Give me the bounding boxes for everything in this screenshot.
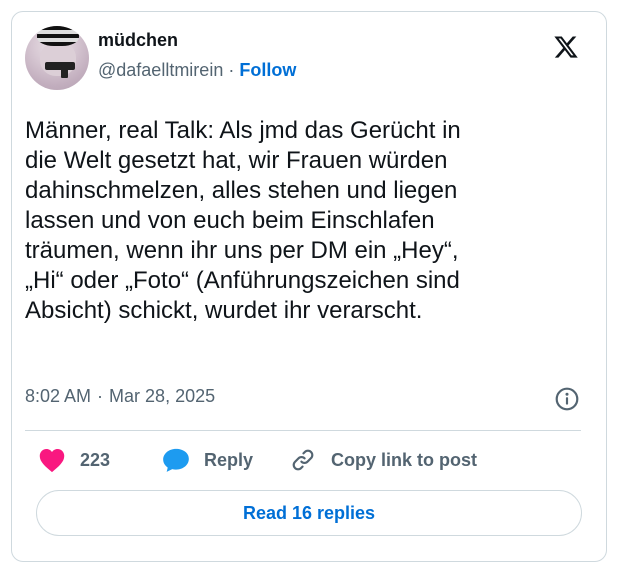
read-replies-label: Read 16 replies [242,502,376,523]
copy-link-button[interactable]: Copy link to post [289,446,477,474]
author-handle-row: @dafaelltmirein · Follow [98,60,296,81]
reply-button[interactable]: Reply [162,446,253,474]
follow-button[interactable]: Follow [239,60,296,80]
author-handle[interactable]: @dafaelltmirein [98,60,223,80]
like-count: 223 [80,449,111,470]
tweet-timestamp[interactable]: 8:02 AM · Mar 28, 2025 [25,386,215,407]
avatar-detail [45,62,75,70]
speech-bubble-icon [163,448,189,472]
x-logo-icon[interactable] [553,34,579,60]
copy-link-label: Copy link to post [331,449,477,470]
tweet-date: Mar 28, 2025 [109,386,216,406]
author-name[interactable]: müdchen [98,30,178,51]
avatar-detail-2 [61,66,68,78]
reply-label: Reply [204,449,254,470]
timestamp-separator: · [97,386,104,406]
read-replies-button[interactable]: Read 16 replies [36,490,582,536]
tweet-text: Männer, real Talk: Als jmd das Gerücht i… [25,117,461,324]
link-icon [292,449,314,471]
handle-separator: · [228,60,235,80]
avatar-hat [37,26,79,46]
avatar-face [40,42,76,76]
like-button[interactable]: 223 [38,446,110,474]
info-icon[interactable] [554,386,580,412]
avatar[interactable] [25,26,89,90]
heart-icon [39,449,65,473]
divider [25,430,581,431]
tweet-time: 8:02 AM [25,386,92,406]
